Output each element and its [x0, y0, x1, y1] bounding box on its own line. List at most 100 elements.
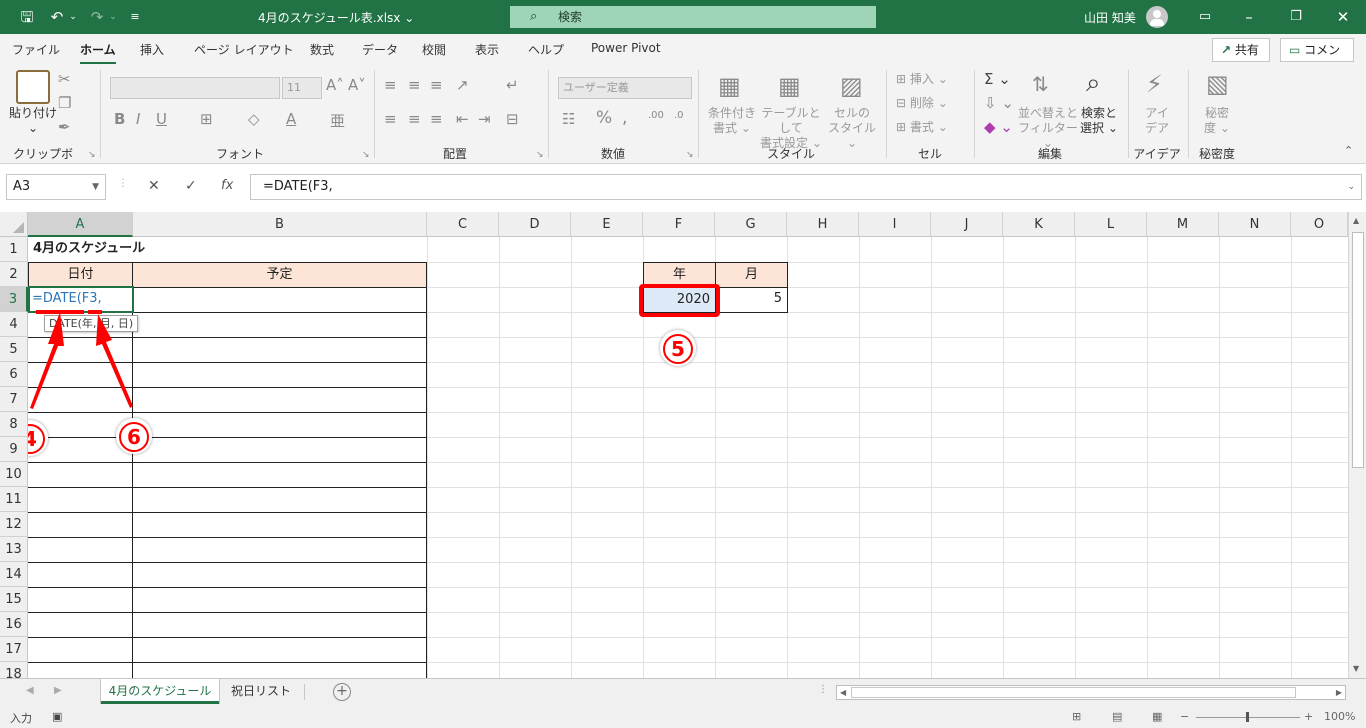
minimize-icon[interactable]: –: [1240, 8, 1258, 26]
column-header-c[interactable]: C: [427, 212, 499, 237]
share-button[interactable]: ↗ 共有: [1212, 38, 1270, 62]
column-header-n[interactable]: N: [1219, 212, 1291, 237]
fill-color-icon[interactable]: ◇: [248, 110, 260, 128]
scroll-right-icon[interactable]: ▶: [1336, 686, 1342, 699]
row-header-7[interactable]: 7: [0, 387, 28, 412]
expand-formula-bar-icon[interactable]: ⌄: [1347, 175, 1355, 199]
select-all-button[interactable]: [0, 212, 28, 237]
column-header-l[interactable]: L: [1075, 212, 1147, 237]
font-size-combo[interactable]: 11: [282, 77, 322, 99]
cell-a1[interactable]: 4月のスケジュール: [29, 237, 329, 262]
cancel-icon[interactable]: ✕: [148, 178, 160, 194]
autosum-icon[interactable]: Σ ⌄: [984, 70, 1011, 88]
zoom-level[interactable]: 100%: [1324, 710, 1355, 723]
zoom-slider-thumb[interactable]: [1246, 712, 1249, 722]
vertical-scroll-thumb[interactable]: [1352, 232, 1364, 468]
row-header-10[interactable]: 10: [0, 462, 28, 487]
sheet-prev-icon[interactable]: ◀: [26, 685, 34, 696]
row-header-9[interactable]: 9: [0, 437, 28, 462]
clipboard-launcher-icon[interactable]: ↘: [88, 150, 96, 160]
tab-split-handle-icon[interactable]: ⋮: [818, 684, 828, 695]
zoom-in-icon[interactable]: +: [1304, 710, 1313, 723]
top-align-icon[interactable]: ≡: [384, 76, 397, 94]
clear-icon[interactable]: ◆ ⌄: [984, 118, 1013, 136]
format-cells-button[interactable]: ⊞ 書式 ⌄: [896, 120, 948, 135]
row-header-12[interactable]: 12: [0, 512, 28, 537]
percent-icon[interactable]: %: [596, 108, 612, 128]
column-header-h[interactable]: H: [787, 212, 859, 237]
accounting-format-icon[interactable]: ☷: [562, 110, 575, 128]
ribbon-display-options-icon[interactable]: ▭: [1196, 8, 1214, 26]
font-name-combo[interactable]: [110, 77, 280, 99]
middle-align-icon[interactable]: ≡: [408, 76, 421, 94]
bottom-align-icon[interactable]: ≡: [430, 76, 443, 94]
row-header-15[interactable]: 15: [0, 587, 28, 612]
cell-g2[interactable]: 月: [715, 262, 788, 288]
normal-view-icon[interactable]: ⊞: [1072, 710, 1081, 723]
add-sheet-button[interactable]: +: [333, 683, 351, 701]
align-left-icon[interactable]: ≡: [384, 110, 397, 128]
font-launcher-icon[interactable]: ↘: [362, 150, 370, 160]
orientation-icon[interactable]: ↗: [456, 76, 469, 94]
column-header-d[interactable]: D: [499, 212, 571, 237]
tab-insert[interactable]: 挿入: [140, 41, 164, 58]
borders-icon[interactable]: ⊞: [200, 110, 213, 128]
row-header-17[interactable]: 17: [0, 637, 28, 662]
align-center-icon[interactable]: ≡: [408, 110, 421, 128]
align-right-icon[interactable]: ≡: [430, 110, 443, 128]
comma-style-icon[interactable]: ,: [622, 108, 627, 128]
tab-power-pivot[interactable]: Power Pivot: [591, 41, 661, 55]
increase-font-icon[interactable]: A˄: [326, 76, 344, 94]
row-header-18[interactable]: 18: [0, 662, 28, 678]
cut-icon[interactable]: ✂: [58, 70, 71, 88]
restore-icon[interactable]: ❐: [1287, 8, 1305, 26]
page-layout-view-icon[interactable]: ▤: [1112, 710, 1122, 723]
insert-cells-button[interactable]: ⊞ 挿入 ⌄: [896, 72, 948, 87]
row-header-14[interactable]: 14: [0, 562, 28, 587]
cell-g3[interactable]: 5: [716, 287, 782, 312]
row-header-16[interactable]: 16: [0, 612, 28, 637]
comment-button[interactable]: ▭ コメント: [1280, 38, 1354, 79]
cell-a2[interactable]: 日付: [28, 262, 133, 288]
format-painter-icon[interactable]: ✒: [58, 118, 71, 136]
tab-formulas[interactable]: 数式: [310, 41, 334, 58]
merge-center-icon[interactable]: ⊟: [506, 110, 519, 128]
column-header-i[interactable]: I: [859, 212, 931, 237]
scroll-down-icon[interactable]: ▼: [1353, 664, 1359, 673]
close-icon[interactable]: ✕: [1334, 8, 1352, 26]
conditional-formatting-button[interactable]: 条件付き 書式 ⌄: [706, 106, 758, 136]
ideas-button[interactable]: アイ デア: [1136, 106, 1178, 136]
vertical-scrollbar[interactable]: ▲ ▼: [1348, 212, 1366, 678]
document-title[interactable]: 4月のスケジュール表.xlsx ⌄: [258, 9, 414, 26]
number-launcher-icon[interactable]: ↘: [686, 150, 694, 160]
horizontal-scrollbar[interactable]: ◀ ▶: [836, 685, 1346, 700]
row-header-8[interactable]: 8: [0, 412, 28, 437]
tab-file[interactable]: ファイル: [12, 41, 60, 58]
name-box[interactable]: A3 ▼: [6, 174, 106, 200]
column-header-o[interactable]: O: [1291, 212, 1348, 237]
column-header-g[interactable]: G: [715, 212, 787, 237]
sheet-tab-holidays[interactable]: 祝日リスト: [222, 679, 300, 704]
scroll-left-icon[interactable]: ◀: [840, 686, 846, 699]
column-header-f[interactable]: F: [643, 212, 715, 237]
column-header-e[interactable]: E: [571, 212, 643, 237]
column-header-a[interactable]: A: [28, 212, 133, 237]
number-format-combo[interactable]: ユーザー定義: [558, 77, 692, 99]
macro-record-icon[interactable]: ▣: [52, 710, 62, 723]
increase-decimal-icon[interactable]: .00: [648, 110, 664, 121]
increase-indent-icon[interactable]: ⇥: [478, 110, 491, 128]
row-header-13[interactable]: 13: [0, 537, 28, 562]
paste-button[interactable]: 貼り付け ⌄: [6, 106, 60, 136]
tab-help[interactable]: ヘルプ: [528, 41, 564, 58]
fill-icon[interactable]: ⇩ ⌄: [984, 94, 1014, 112]
tab-review[interactable]: 校閲: [422, 41, 446, 58]
customize-quick-access-icon[interactable]: ≡: [126, 8, 144, 26]
tab-home[interactable]: ホーム: [80, 41, 116, 65]
italic-icon[interactable]: I: [136, 110, 140, 128]
row-header-2[interactable]: 2: [0, 262, 28, 287]
row-header-5[interactable]: 5: [0, 337, 28, 362]
save-icon[interactable]: 🖫: [18, 8, 36, 26]
column-header-j[interactable]: J: [931, 212, 1003, 237]
tab-data[interactable]: データ: [362, 41, 398, 58]
bold-icon[interactable]: B: [114, 110, 125, 128]
